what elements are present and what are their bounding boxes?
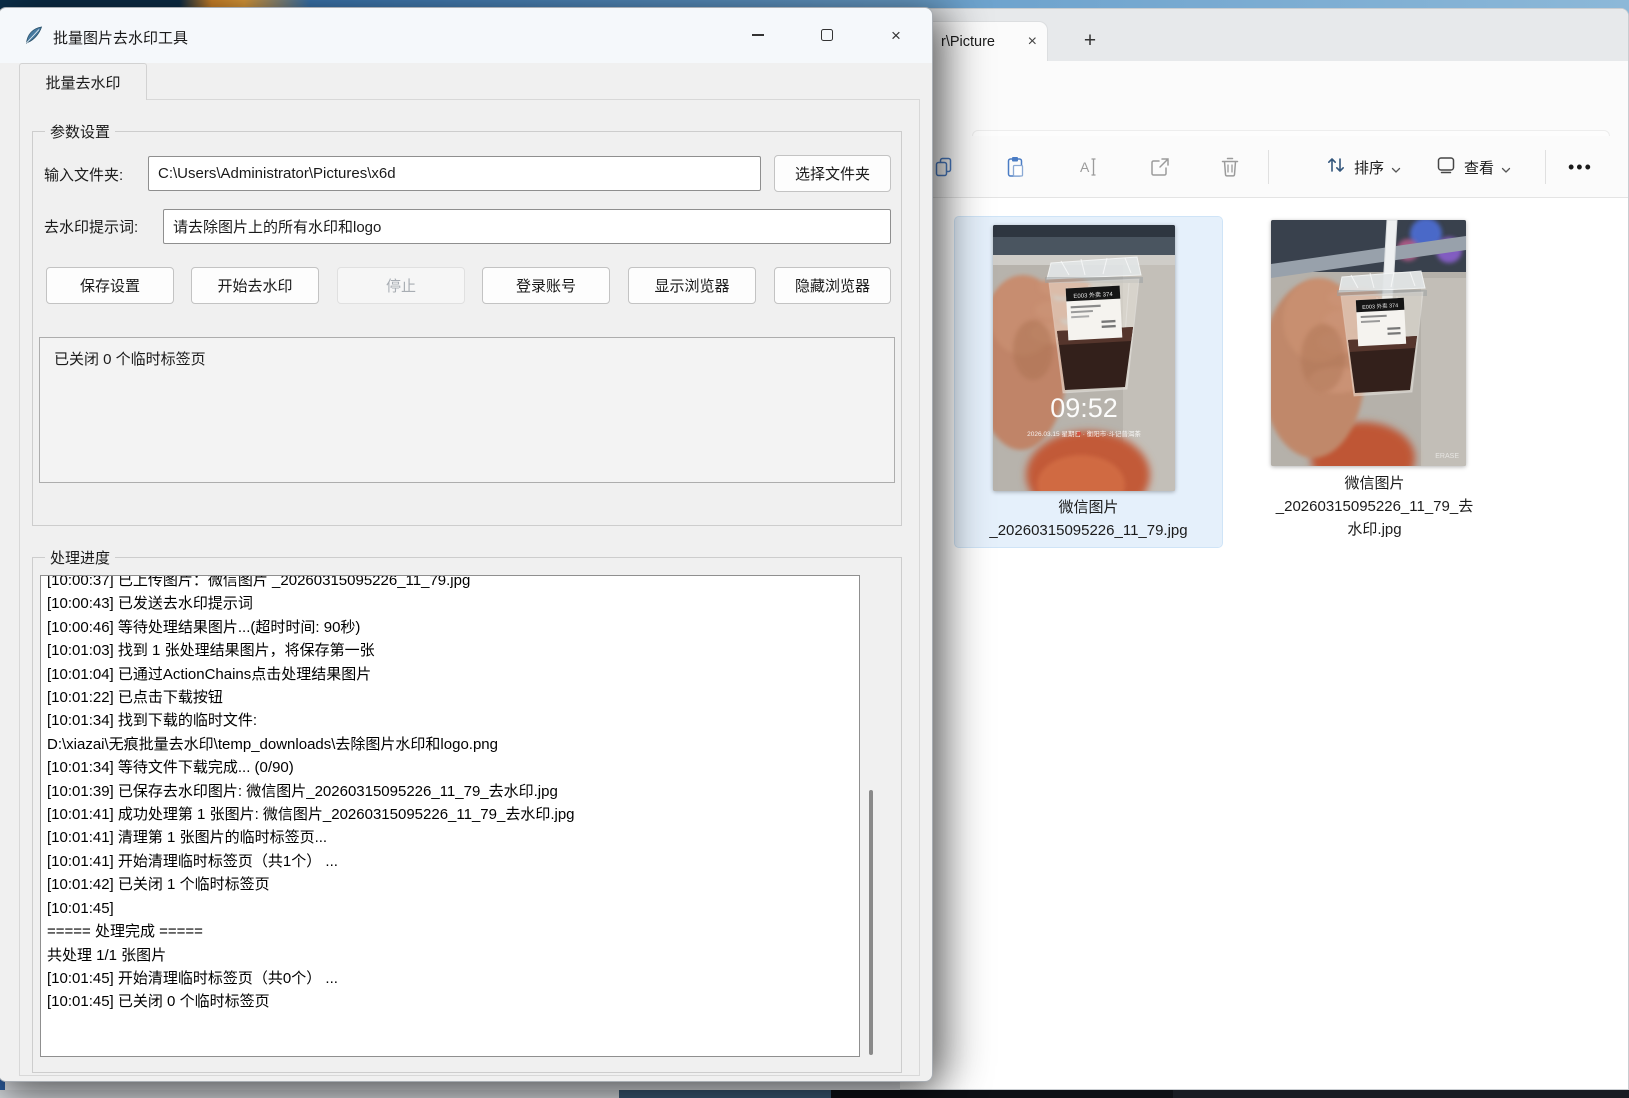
log-line: [10:01:39] 已保存去水印图片: 微信图片_20260315095226…	[47, 780, 853, 803]
explorer-tab-title: r\Picture	[941, 34, 1022, 50]
app-feather-icon	[23, 24, 45, 46]
folder-input[interactable]	[148, 156, 761, 191]
status-text: 已关闭 0 个临时标签页	[54, 348, 206, 369]
log-line: [10:01:04] 已通过ActionChains点击处理结果图片	[47, 663, 853, 686]
log-line: [10:01:34] 等待文件下载完成... (0/90)	[47, 756, 853, 779]
choose-folder-button[interactable]: 选择文件夹	[774, 155, 891, 192]
log-line: [10:01:03] 找到 1 张处理结果图片，将保存第一张	[47, 639, 853, 662]
maximize-button[interactable]	[804, 16, 850, 54]
desktop: r\Picture × +	[0, 0, 1629, 1098]
explorer-address-row: 图片 x6d	[900, 61, 1628, 136]
file-tile-original[interactable]: E003 外卖 374 09:52 2026.03.15 星期日 · 衡阳市·斗…	[955, 217, 1222, 547]
tab-close-icon[interactable]: ×	[1022, 33, 1037, 51]
view-icon	[1435, 154, 1457, 181]
sort-icon	[1325, 154, 1347, 181]
title-bar[interactable]: 批量图片去水印工具 ×	[0, 8, 932, 63]
file-name-line: 微信图片	[955, 496, 1222, 519]
log-line: [10:01:34] 找到下载的临时文件:	[47, 709, 853, 732]
taskbar[interactable]	[0, 1090, 1629, 1098]
log-line: [10:01:41] 开始清理临时标签页（共1个） ...	[47, 850, 853, 873]
hide-browser-button[interactable]: 隐藏浏览器	[774, 267, 891, 304]
log-line: [10:01:42] 已关闭 1 个临时标签页	[47, 873, 853, 896]
save-settings-button[interactable]: 保存设置	[46, 267, 174, 304]
params-group-label: 参数设置	[45, 121, 115, 142]
start-dewatermark-button[interactable]: 开始去水印	[191, 267, 319, 304]
sort-button[interactable]: 排序	[1325, 136, 1401, 198]
watermark-tool-window: 批量图片去水印工具 × 批量去水印 参数设置 输入文件夹: 选择文件夹 去水印提…	[0, 7, 933, 1082]
more-options-button[interactable]: •••	[1568, 136, 1593, 198]
file-name-line: 水印.jpg	[1253, 518, 1496, 541]
log-line: 共处理 1/1 张图片	[47, 944, 853, 967]
show-browser-button[interactable]: 显示浏览器	[628, 267, 756, 304]
file-name-line: _20260315095226_11_79.jpg	[955, 519, 1222, 542]
log-line: [10:00:43] 已发送去水印提示词	[47, 592, 853, 615]
log-area[interactable]: [10:00:37] 已上传图片：微信图片 _20260315095226_11…	[40, 575, 860, 1057]
explorer-tab-bar: r\Picture × +	[900, 9, 1628, 61]
log-line: [10:01:45]	[47, 897, 853, 920]
file-explorer-window: r\Picture × +	[900, 8, 1629, 1090]
file-list: E003 外卖 374 09:52 2026.03.15 星期日 · 衡阳市·斗…	[900, 198, 1628, 1089]
folder-label: 输入文件夹:	[44, 164, 123, 185]
log-line: [10:00:46] 等待处理结果图片...(超时时间: 90秒)	[47, 616, 853, 639]
lockscreen-time: 09:52	[1050, 393, 1118, 423]
view-button[interactable]: 查看	[1435, 136, 1511, 198]
maximize-icon	[821, 29, 833, 41]
share-icon[interactable]	[1148, 155, 1172, 179]
log-line: ===== 处理完成 =====	[47, 920, 853, 943]
thumbnail-watermark: ERASE	[1435, 453, 1459, 460]
chevron-down-icon	[1501, 162, 1511, 172]
minimize-icon	[752, 34, 764, 36]
log-line: [10:01:45] 已关闭 0 个临时标签页	[47, 990, 853, 1013]
log-scrollbar-thumb[interactable]	[869, 790, 873, 1055]
paste-icon[interactable]	[1004, 155, 1028, 179]
svg-text:A: A	[1080, 159, 1090, 175]
thumbnail-dewatermarked: E003 外卖 374 ERASE	[1271, 220, 1466, 466]
close-button[interactable]: ×	[873, 16, 919, 54]
log-line: D:\xiazai\无痕批量去水印\temp_downloads\去除图片水印和…	[47, 733, 853, 756]
chevron-down-icon	[1391, 162, 1401, 172]
toolbar-divider	[1545, 150, 1546, 184]
tab-batch-dewatermark[interactable]: 批量去水印	[19, 63, 147, 100]
progress-group-label: 处理进度	[45, 547, 115, 568]
explorer-tab[interactable]: r\Picture ×	[920, 21, 1048, 61]
thumbnail-original: E003 外卖 374 09:52 2026.03.15 星期日 · 衡阳市·斗…	[993, 225, 1175, 491]
log-line: [10:00:37] 已上传图片：微信图片 _20260315095226_11…	[47, 575, 853, 592]
file-name-line: _20260315095226_11_79_去	[1253, 495, 1496, 518]
toolbar-divider	[1268, 150, 1269, 184]
params-groupbox: 参数设置 输入文件夹: 选择文件夹 去水印提示词: 保存设置 开始去水印 停止 …	[32, 131, 902, 526]
prompt-label: 去水印提示词:	[44, 216, 138, 237]
explorer-command-bar: A	[900, 136, 1628, 198]
login-account-button[interactable]: 登录账号	[482, 267, 610, 304]
progress-groupbox: 处理进度 [10:00:37] 已上传图片：微信图片 _202603150952…	[32, 557, 902, 1073]
file-tile-dewatermarked[interactable]: E003 外卖 374 ERASE 微信图片 _20260315095226_1…	[1253, 217, 1496, 562]
log-line: [10:01:41] 清理第 1 张图片的临时标签页...	[47, 826, 853, 849]
close-icon: ×	[891, 27, 901, 44]
minimize-button[interactable]	[735, 16, 781, 54]
lockscreen-date: 2026.03.15 星期日 · 衡阳市·斗记普洱茶	[1027, 429, 1141, 438]
log-line: [10:01:41] 成功处理第 1 张图片: 微信图片_20260315095…	[47, 803, 853, 826]
delete-icon[interactable]	[1218, 155, 1242, 179]
prompt-input[interactable]	[163, 209, 891, 244]
stop-button[interactable]: 停止	[337, 267, 465, 304]
file-name-line: 微信图片	[1253, 472, 1496, 495]
log-line: [10:01:22] 已点击下载按钮	[47, 686, 853, 709]
window-title: 批量图片去水印工具	[53, 27, 188, 48]
status-box: 已关闭 0 个临时标签页	[39, 337, 895, 483]
rename-icon[interactable]: A	[1076, 155, 1100, 179]
log-line: [10:01:45] 开始清理临时标签页（共0个） ...	[47, 967, 853, 990]
new-tab-button[interactable]: +	[1075, 26, 1105, 56]
copy-icon[interactable]	[932, 155, 956, 179]
